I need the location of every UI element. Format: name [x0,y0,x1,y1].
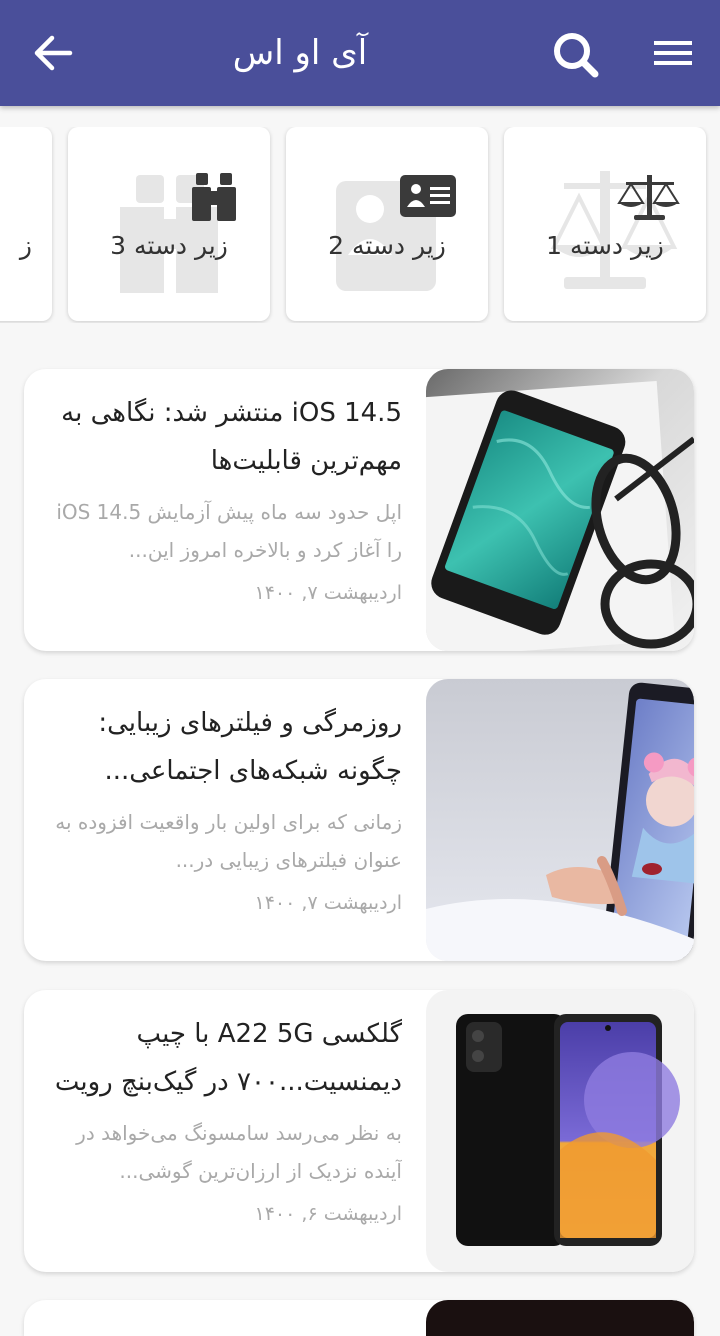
category-4-card[interactable]: ز [0,127,52,321]
article-excerpt: اپل حدود سه ماه پیش آزمایش iOS 14.5 را آ… [56,500,402,562]
category-3-card[interactable]: زیر دسته 3 [68,127,270,321]
search-icon[interactable] [550,30,602,80]
app-bar: آی او اس [0,0,720,106]
contact-card-icon [336,175,456,291]
article-thumbnail [426,990,694,1272]
category-strip[interactable]: زیر دسته 1 زیر دسته 2 زیر دسته 3 ز [0,127,720,323]
article-excerpt: به نظر می‌رسد سامسونگ می‌خواهد در آینده … [76,1121,402,1183]
article-card[interactable]: iOS 14.5 منتشر شد: نگاهی به مهم‌ترین قاب… [24,369,694,651]
article-date: اردیبهشت ۷, ۱۴۰۰ [254,892,402,914]
article-thumbnail [426,1300,694,1336]
article-card[interactable]: روزمرگی و فیلترهای زیبایی: چگونه شبکه‌ها… [24,679,694,961]
menu-icon[interactable] [652,36,694,70]
article-date: اردیبهشت ۶, ۱۴۰۰ [254,1203,402,1225]
category-label: ز [19,231,32,260]
back-arrow-icon[interactable] [32,32,74,74]
article-card[interactable] [24,1300,694,1336]
article-headline[interactable]: گلکسی A22 5G با چیپ دیمنسیت...۷۰۰ در گیک… [46,1010,402,1106]
binoculars-icon [120,173,236,293]
category-2-card[interactable]: زیر دسته 2 [286,127,488,321]
page-title: آی او اس [232,33,368,73]
scales-icon [550,171,680,289]
article-date: اردیبهشت ۷, ۱۴۰۰ [254,582,402,604]
article-excerpt: زمانی که برای اولین بار واقعیت افزوده به… [55,810,402,872]
article-text: روزمرگی و فیلترهای زیبایی: چگونه شبکه‌ها… [46,699,402,919]
article-headline[interactable]: iOS 14.5 منتشر شد: نگاهی به مهم‌ترین قاب… [46,389,402,485]
article-thumbnail [426,369,694,651]
article-card[interactable]: گلکسی A22 5G با چیپ دیمنسیت...۷۰۰ در گیک… [24,990,694,1272]
article-text: iOS 14.5 منتشر شد: نگاهی به مهم‌ترین قاب… [46,389,402,609]
category-label: زیر دسته 2 [328,231,446,260]
category-label: زیر دسته 1 [546,231,664,260]
article-thumbnail [426,679,694,961]
category-1-card[interactable]: زیر دسته 1 [504,127,706,321]
category-label: زیر دسته 3 [110,231,228,260]
article-headline[interactable]: روزمرگی و فیلترهای زیبایی: چگونه شبکه‌ها… [46,699,402,795]
article-text: گلکسی A22 5G با چیپ دیمنسیت...۷۰۰ در گیک… [46,1010,402,1230]
